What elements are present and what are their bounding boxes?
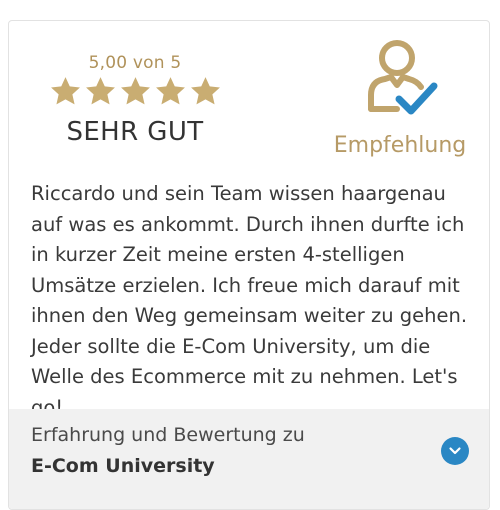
recommendation-badge: Empfehlung (309, 37, 489, 159)
star-icon (155, 77, 185, 105)
rating-block: 5,00 von 5 SEHR GUT (9, 53, 261, 147)
star-rating (9, 75, 261, 111)
user-check-icon (368, 40, 438, 115)
rating-score: 5,00 von 5 (88, 53, 182, 73)
badge-label: Empfehlung (333, 133, 467, 158)
star-icon (190, 77, 220, 105)
star-icon (50, 77, 80, 105)
star-icon (85, 77, 115, 105)
footer-label: Erfahrung und Bewertung zu (31, 424, 305, 446)
review-text: Riccardo und sein Team wissen haargenau … (31, 182, 468, 419)
review-card: 5,00 von 5 SEHR GUT Empfehlung Riccardo … (8, 20, 490, 510)
company-name: E-Com University (31, 455, 215, 477)
rating-verdict: SEHR GUT (66, 117, 204, 147)
star-icon (120, 77, 150, 105)
expand-button[interactable] (441, 437, 469, 465)
chevron-down-icon (449, 447, 461, 455)
company-footer[interactable]: Erfahrung und Bewertung zu E-Com Univers… (9, 409, 489, 509)
